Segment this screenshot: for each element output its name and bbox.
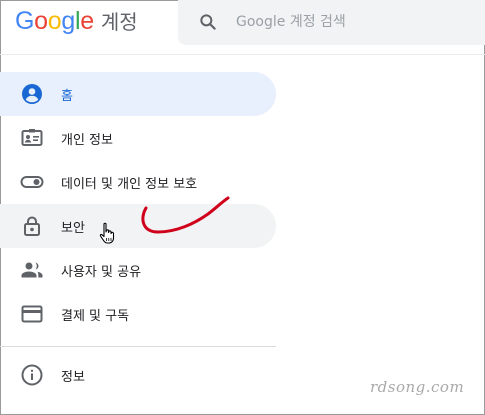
header-divider (0, 54, 485, 55)
sidebar-item-label: 홈 (61, 89, 73, 104)
google-account-logo[interactable]: Google 계정 (15, 6, 138, 36)
sidebar-item-home[interactable]: 홈 (0, 72, 276, 116)
search-icon[interactable] (198, 12, 218, 32)
sidebar-item-about[interactable]: 정보 (0, 353, 276, 397)
hand-pointer-cursor-icon (99, 222, 115, 244)
sidebar-item-label: 결제 및 구독 (61, 309, 130, 324)
id-card-icon (21, 129, 43, 146)
people-icon (21, 262, 43, 278)
watermark-text: rdsong.com (370, 378, 465, 396)
info-icon (21, 364, 43, 386)
google-wordmark: Google (15, 7, 94, 36)
logo-letter: o (47, 7, 62, 35)
product-name: 계정 (100, 10, 138, 34)
sidebar-item-people-sharing[interactable]: 사용자 및 공유 (0, 248, 276, 292)
toggle-icon (20, 176, 44, 188)
credit-card-icon (21, 305, 43, 323)
logo-letter: g (61, 7, 75, 35)
account-circle-icon (22, 84, 42, 104)
sidebar-item-label: 사용자 및 공유 (61, 265, 142, 280)
sidebar-item-label: 정보 (61, 370, 85, 385)
sidebar-divider (0, 346, 276, 347)
sidebar-item-label: 보안 (61, 221, 85, 236)
sidebar-item-payments[interactable]: 결제 및 구독 (0, 292, 276, 336)
search-input[interactable] (236, 11, 476, 33)
logo-letter: G (15, 7, 35, 35)
search-bar[interactable] (178, 0, 485, 45)
sidebar-item-label: 개인 정보 (61, 133, 113, 148)
red-annotation-stroke (141, 196, 230, 234)
lock-icon (24, 216, 40, 236)
sidebar-item-personal-info[interactable]: 개인 정보 (0, 116, 276, 160)
logo-letter: e (80, 7, 94, 35)
sidebar-item-label: 데이터 및 개인 정보 보호 (61, 177, 198, 192)
logo-letter: o (34, 7, 48, 35)
